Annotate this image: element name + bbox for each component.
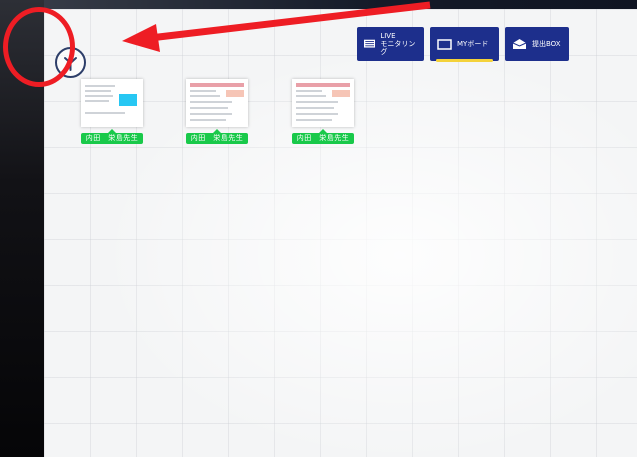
student-name-tag: 内田 栄島先生: [186, 129, 248, 144]
card-thumbnail[interactable]: [292, 79, 354, 127]
student-card[interactable]: 内田 栄島先生: [79, 79, 145, 144]
student-name-tag: 内田 栄島先生: [292, 129, 354, 144]
card-thumbnail[interactable]: [186, 79, 248, 127]
student-card[interactable]: 内田 栄島先生: [184, 79, 250, 144]
card-thumbnail[interactable]: [81, 79, 143, 127]
annotation-arrow: [122, 1, 431, 52]
student-card[interactable]: 内田 栄島先生: [290, 79, 356, 144]
student-name-tag: 内田 栄島先生: [81, 129, 143, 144]
